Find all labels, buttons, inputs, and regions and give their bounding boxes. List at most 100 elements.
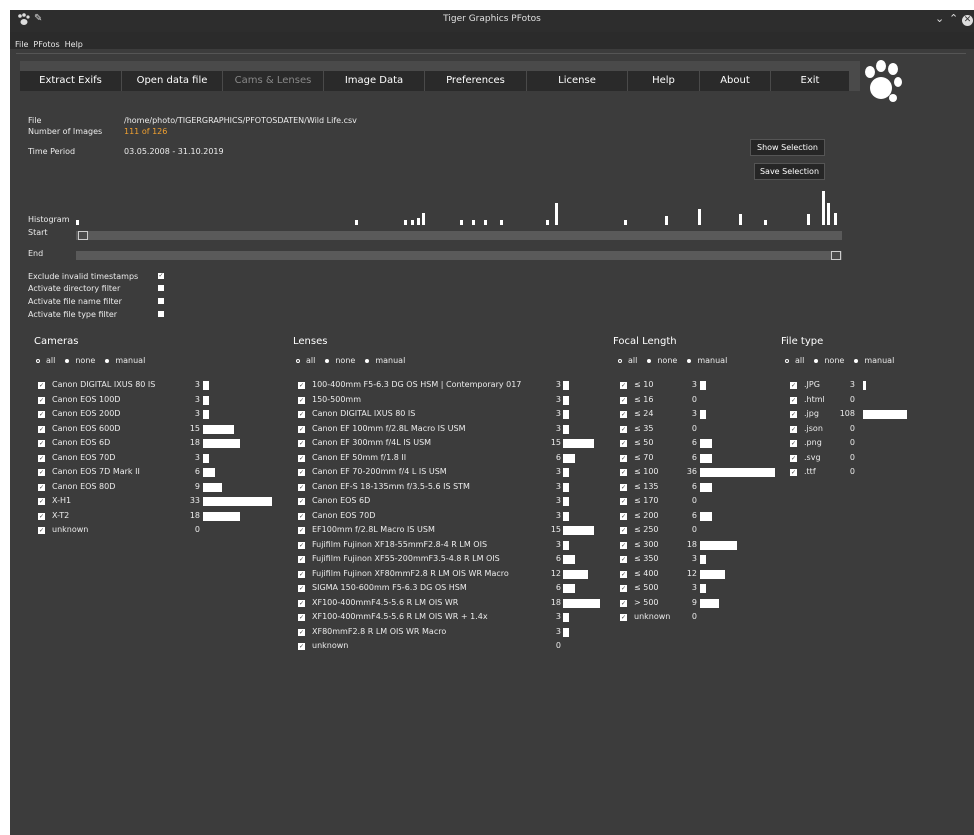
filetype-radio-all[interactable]: all bbox=[785, 356, 804, 365]
focal-item-bar bbox=[700, 381, 707, 390]
cameras-radio-none[interactable]: none bbox=[65, 356, 95, 365]
lenses-radio-manual[interactable]: manual bbox=[365, 356, 405, 365]
license-button[interactable]: License bbox=[527, 71, 628, 91]
minimize-icon[interactable]: ⌄ bbox=[935, 12, 944, 25]
focal-item-label: ≤ 35 bbox=[634, 423, 654, 433]
cameras-item-checkbox[interactable]: ✓ bbox=[38, 469, 45, 476]
lenses-item-checkbox[interactable]: ✓ bbox=[298, 440, 305, 447]
extract-exifs-button[interactable]: Extract Exifs bbox=[20, 71, 122, 91]
cams-lenses-tab[interactable]: Cams & Lenses bbox=[223, 71, 324, 91]
cameras-item-checkbox[interactable]: ✓ bbox=[38, 382, 45, 389]
focal-item-bar bbox=[700, 555, 707, 564]
exit-button[interactable]: Exit bbox=[771, 71, 850, 91]
filetype-item-checkbox[interactable]: ✓ bbox=[790, 382, 797, 389]
cameras-radio-manual[interactable]: manual bbox=[105, 356, 145, 365]
lenses-item-checkbox[interactable]: ✓ bbox=[298, 454, 305, 462]
filetype-filter-checkbox[interactable] bbox=[158, 311, 164, 317]
focal-item-checkbox[interactable]: ✓ bbox=[620, 483, 627, 491]
focal-radio-all[interactable]: all bbox=[618, 356, 637, 365]
filetype-item-checkbox[interactable]: ✓ bbox=[790, 396, 797, 404]
show-selection-button[interactable]: Show Selection bbox=[750, 139, 825, 156]
preferences-button[interactable]: Preferences bbox=[425, 71, 527, 91]
directory-filter-checkbox[interactable] bbox=[158, 285, 164, 291]
histogram-bar bbox=[460, 220, 463, 225]
start-slider-handle[interactable] bbox=[78, 231, 88, 240]
filetype-item-checkbox[interactable]: ✓ bbox=[790, 454, 797, 462]
focal-item-checkbox[interactable]: ✓ bbox=[620, 454, 627, 462]
menu-help[interactable]: Help bbox=[65, 40, 83, 49]
start-slider[interactable] bbox=[76, 231, 842, 240]
filetype-item-checkbox[interactable]: ✓ bbox=[790, 425, 797, 433]
focal-item-checkbox[interactable]: ✓ bbox=[620, 541, 627, 549]
lenses-item-checkbox[interactable]: ✓ bbox=[298, 483, 305, 491]
filetype-item-checkbox[interactable]: ✓ bbox=[790, 440, 797, 447]
focal-item-checkbox[interactable]: ✓ bbox=[620, 570, 627, 578]
focal-item-checkbox[interactable]: ✓ bbox=[620, 527, 627, 534]
lenses-item-checkbox[interactable]: ✓ bbox=[298, 396, 305, 404]
maximize-icon[interactable]: ⌃ bbox=[949, 12, 958, 25]
lenses-item-checkbox[interactable]: ✓ bbox=[298, 643, 305, 650]
lenses-item-checkbox[interactable]: ✓ bbox=[298, 498, 305, 505]
focal-item-checkbox[interactable]: ✓ bbox=[620, 599, 627, 607]
lenses-item-checkbox[interactable]: ✓ bbox=[298, 614, 305, 621]
focal-item-checkbox[interactable]: ✓ bbox=[620, 440, 627, 447]
cameras-item-checkbox[interactable]: ✓ bbox=[38, 498, 45, 505]
lenses-item-checkbox[interactable]: ✓ bbox=[298, 512, 305, 520]
cameras-radio-all[interactable]: all bbox=[36, 356, 55, 365]
focal-item-checkbox[interactable]: ✓ bbox=[620, 512, 627, 520]
open-data-file-button[interactable]: Open data file bbox=[122, 71, 223, 91]
lenses-item-checkbox[interactable]: ✓ bbox=[298, 570, 305, 578]
filetype-radio-none[interactable]: none bbox=[814, 356, 844, 365]
lenses-radio-all[interactable]: all bbox=[296, 356, 315, 365]
focal-item-bar bbox=[700, 569, 725, 579]
filetype-item-checkbox[interactable]: ✓ bbox=[790, 411, 797, 418]
cameras-item-checkbox[interactable]: ✓ bbox=[38, 527, 45, 534]
filename-filter-checkbox[interactable] bbox=[158, 298, 164, 304]
lenses-radio-none[interactable]: none bbox=[325, 356, 355, 365]
lenses-item-checkbox[interactable]: ✓ bbox=[298, 469, 305, 476]
focal-item-checkbox[interactable]: ✓ bbox=[620, 425, 627, 433]
lenses-item-checkbox[interactable]: ✓ bbox=[298, 411, 305, 418]
lenses-item-checkbox[interactable]: ✓ bbox=[298, 382, 305, 389]
exclude-invalid-checkbox[interactable]: ✓ bbox=[158, 273, 164, 279]
focal-item-checkbox[interactable]: ✓ bbox=[620, 469, 627, 476]
end-slider-handle[interactable] bbox=[831, 251, 841, 260]
close-icon[interactable]: ✕ bbox=[962, 15, 973, 26]
focal-item-checkbox[interactable]: ✓ bbox=[620, 556, 627, 563]
lenses-item-checkbox[interactable]: ✓ bbox=[298, 527, 305, 534]
cameras-item-checkbox[interactable]: ✓ bbox=[38, 454, 45, 462]
save-selection-button[interactable]: Save Selection bbox=[754, 163, 825, 180]
cameras-item-checkbox[interactable]: ✓ bbox=[38, 483, 45, 491]
cameras-item-checkbox[interactable]: ✓ bbox=[38, 425, 45, 433]
lenses-item-checkbox[interactable]: ✓ bbox=[298, 585, 305, 592]
image-data-button[interactable]: Image Data bbox=[324, 71, 425, 91]
focal-item-checkbox[interactable]: ✓ bbox=[620, 382, 627, 389]
cameras-item-checkbox[interactable]: ✓ bbox=[38, 411, 45, 418]
focal-item-checkbox[interactable]: ✓ bbox=[620, 585, 627, 592]
cameras-item-checkbox[interactable]: ✓ bbox=[38, 440, 45, 447]
menu-file[interactable]: File bbox=[15, 40, 28, 49]
focal-item-checkbox[interactable]: ✓ bbox=[620, 614, 627, 621]
focal-item-count: 0 bbox=[691, 496, 697, 505]
filetype-radio-manual[interactable]: manual bbox=[854, 356, 894, 365]
lenses-item-label: Canon DIGITAL IXUS 80 IS bbox=[312, 409, 416, 418]
cameras-item-checkbox[interactable]: ✓ bbox=[38, 396, 45, 404]
lenses-item-checkbox[interactable]: ✓ bbox=[298, 628, 305, 636]
focal-item-checkbox[interactable]: ✓ bbox=[620, 498, 627, 505]
filetype-item-checkbox[interactable]: ✓ bbox=[790, 469, 797, 476]
lenses-item-checkbox[interactable]: ✓ bbox=[298, 599, 305, 607]
lenses-item-checkbox[interactable]: ✓ bbox=[298, 425, 305, 433]
focal-item-checkbox[interactable]: ✓ bbox=[620, 396, 627, 404]
menu-pfotos[interactable]: PFotos bbox=[33, 40, 59, 49]
cameras-item-checkbox[interactable]: ✓ bbox=[38, 512, 45, 520]
filetype-item-count: 0 bbox=[849, 423, 855, 433]
help-button[interactable]: Help bbox=[628, 71, 700, 91]
lenses-item-label: XF80mmF2.8 R LM OIS WR Macro bbox=[312, 626, 447, 636]
about-button[interactable]: About bbox=[700, 71, 771, 91]
focal-item-checkbox[interactable]: ✓ bbox=[620, 411, 627, 418]
end-slider[interactable] bbox=[76, 251, 842, 260]
focal-radio-manual[interactable]: manual bbox=[687, 356, 727, 365]
lenses-item-checkbox[interactable]: ✓ bbox=[298, 556, 305, 563]
focal-radio-none[interactable]: none bbox=[647, 356, 677, 365]
lenses-item-checkbox[interactable]: ✓ bbox=[298, 541, 305, 549]
